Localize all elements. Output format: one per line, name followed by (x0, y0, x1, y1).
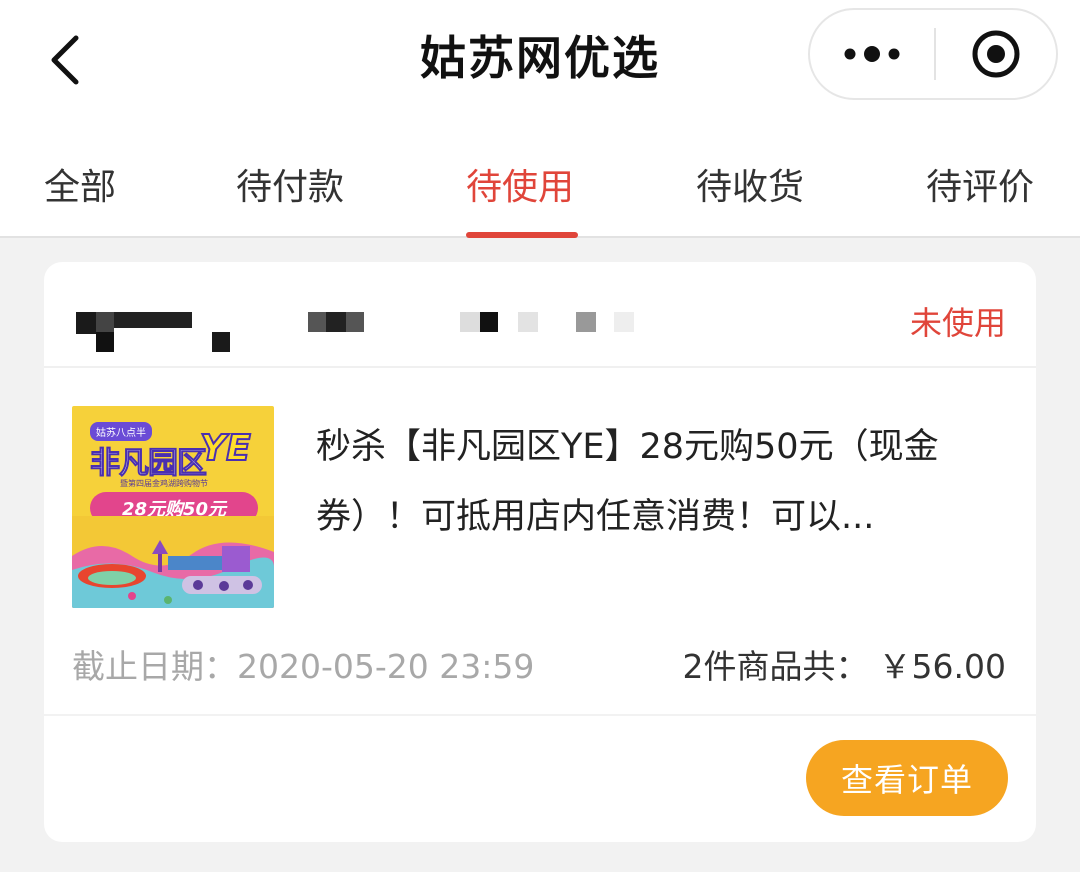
total-label: 2件商品共： (682, 647, 869, 686)
shop-name-redacted (76, 304, 676, 354)
view-order-button[interactable]: 查看订单 (806, 740, 1008, 816)
deadline-value: 2020-05-20 23:59 (237, 647, 535, 686)
close-mini-program-button[interactable] (936, 10, 1056, 98)
tab-to-use[interactable]: 待使用 (466, 158, 574, 210)
thumbnail-title: 非凡园区 (90, 446, 208, 482)
card-divider (44, 714, 1036, 716)
deadline-label: 截止日期： (72, 647, 237, 686)
top-navigation-bar: 姑苏网优选 (0, 0, 1080, 120)
thumbnail-badge: YE (199, 427, 252, 470)
total-value: ￥56.00 (878, 647, 1006, 686)
product-thumbnail[interactable]: 姑苏八点半 非凡园区 YE 暨第四届金鸡湖跨购物节 28元购50元 (72, 406, 274, 608)
deadline: 截止日期：2020-05-20 23:59 (72, 640, 534, 688)
thumbnail-scene-illustration (72, 516, 274, 608)
tab-all[interactable]: 全部 (44, 158, 116, 210)
tab-to-receive[interactable]: 待收货 (696, 158, 804, 210)
more-dots-icon (844, 46, 900, 62)
order-status: 未使用 (909, 304, 1006, 342)
more-button[interactable] (810, 10, 934, 98)
mini-program-capsule (808, 8, 1058, 100)
tab-pending-payment[interactable]: 待付款 (236, 158, 344, 210)
target-icon (972, 30, 1020, 78)
thumbnail-subtitle: 暨第四届金鸡湖跨购物节 (120, 479, 208, 488)
order-tabs: 全部 待付款 待使用 待收货 待评价 (0, 120, 1080, 238)
order-card[interactable]: 未使用 姑苏八点半 非凡园区 YE 暨第四届金鸡湖跨购物节 28元购50元 秒杀… (44, 262, 1036, 842)
active-tab-indicator (466, 232, 578, 238)
shop-header: 未使用 (44, 262, 1036, 368)
product-title[interactable]: 秒杀【非凡园区YE】28元购50元（现金券）！可抵用店内任意消费！可以... (316, 412, 1006, 552)
order-total: 2件商品共： ￥56.00 (683, 640, 1006, 688)
tab-to-review[interactable]: 待评价 (926, 158, 1034, 210)
